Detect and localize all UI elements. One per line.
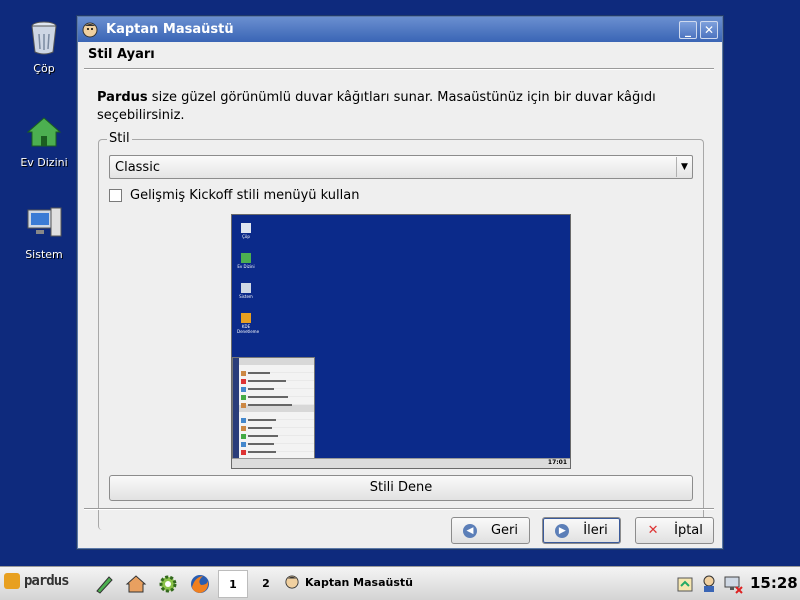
cancel-button[interactable]: ✕ İptal: [635, 517, 714, 544]
pardus-logo-text: pardus: [24, 573, 70, 589]
computer-icon: [27, 207, 62, 237]
preview-icon-label: KDE Denetleme: [237, 324, 260, 334]
desktop-icon-system[interactable]: Sistem: [4, 204, 84, 261]
preview-menu-row: [241, 389, 314, 400]
preview-menu-header: [239, 358, 314, 365]
preview-clock: 17:01: [547, 459, 567, 466]
chevron-down-icon[interactable]: ▼: [676, 157, 692, 177]
desktop-1-button[interactable]: 1: [218, 570, 248, 598]
preview-taskbar: 17:01: [232, 458, 570, 468]
preview-menu-row: [241, 444, 314, 455]
checkbox-box[interactable]: [109, 189, 122, 202]
cancel-button-label: İptal: [674, 523, 703, 538]
minimize-button[interactable]: _: [679, 20, 697, 39]
back-button-label: Geri: [490, 523, 519, 538]
preview-menu-row: [241, 397, 314, 408]
preview-menu-row: [241, 420, 314, 431]
desktop-icon-label: Sistem: [25, 248, 63, 261]
preview-menu-row: [241, 381, 314, 392]
network-disconnected-icon[interactable]: [723, 574, 743, 594]
settings-gear-icon[interactable]: [157, 573, 179, 595]
intro-text: Pardus size güzel görünümlü duvar kâğıtl…: [97, 89, 697, 125]
style-group-label: Stil: [107, 131, 132, 146]
user-status-icon[interactable]: [699, 574, 719, 594]
preview-icon-label: Sistem: [239, 294, 253, 299]
taskbar: pardus 1 2 Kaptan Masaüstü 15:28: [0, 566, 800, 600]
window-title: Kaptan Masaüstü: [106, 22, 234, 37]
window-titlebar[interactable]: Kaptan Masaüstü _ ✕: [78, 17, 722, 42]
preview-menu-side: [233, 358, 239, 459]
wizard-window: Kaptan Masaüstü _ ✕ Stil Ayarı Pardus si…: [77, 16, 723, 549]
divider: [84, 508, 714, 510]
taskbar-window-button[interactable]: Kaptan Masaüstü: [285, 575, 413, 589]
preview-icon-label: Çöp: [242, 234, 250, 239]
home-folder-icon: [26, 117, 62, 147]
window-content: Stil Ayarı Pardus size güzel görünümlü d…: [78, 42, 722, 548]
pardus-menu-button[interactable]: pardus: [4, 573, 70, 589]
style-select-value: Classic: [115, 159, 160, 175]
desktop-2-button[interactable]: 2: [251, 570, 281, 598]
firefox-icon[interactable]: [189, 573, 211, 595]
arrow-right-icon: ▶: [555, 523, 570, 538]
preview-desktop-icon: Ev Dizini: [237, 253, 255, 269]
desktop-icon-trash[interactable]: Çöp: [4, 18, 84, 75]
preview-menu-row: [241, 412, 314, 423]
preview-menu-row: [241, 436, 314, 447]
preview-menu-row: [241, 428, 314, 439]
preview-desktop-icon: KDE Denetleme: [237, 313, 259, 334]
next-button-label: İleri: [583, 523, 608, 538]
kaptan-icon: [285, 575, 299, 589]
kaptan-icon: [82, 22, 98, 37]
trash-icon: [31, 21, 57, 55]
page-title: Stil Ayarı: [88, 47, 155, 62]
style-preview: Çöp Ev Dizini Sistem KDE Denetleme 17:01: [231, 214, 571, 469]
close-button[interactable]: ✕: [700, 20, 718, 39]
divider: [84, 68, 714, 70]
style-select[interactable]: Classic ▼: [109, 155, 693, 179]
preview-menu-row: [241, 365, 314, 376]
style-groupbox: Stil Classic ▼ Gelişmiş Kickoff stili me…: [98, 131, 704, 530]
back-button[interactable]: ◀ Geri: [451, 517, 530, 544]
preview-desktop-icon: Çöp: [237, 223, 255, 239]
try-style-button[interactable]: Stili Dene: [109, 475, 693, 501]
next-button[interactable]: ▶ İleri: [542, 517, 621, 544]
preview-icon-label: Ev Dizini: [237, 264, 255, 269]
taskbar-clock[interactable]: 15:28: [750, 574, 798, 592]
intro-rest: size güzel görünümlü duvar kâğıtları sun…: [97, 90, 656, 123]
taskbar-window-title: Kaptan Masaüstü: [305, 575, 413, 589]
arrow-left-icon: ◀: [462, 523, 477, 538]
intro-bold: Pardus: [97, 90, 148, 105]
desktop-icon-label: Ev Dizini: [20, 156, 68, 169]
pardus-logo-icon: [4, 573, 20, 589]
home-icon[interactable]: [125, 573, 147, 595]
preview-menu-section: [239, 405, 314, 412]
launcher-pencil-icon[interactable]: [93, 573, 115, 595]
preview-start-menu: [232, 357, 315, 460]
desktop-icon-home[interactable]: Ev Dizini: [4, 112, 84, 169]
desktop-icon-label: Çöp: [33, 62, 55, 75]
kickoff-checkbox[interactable]: Gelişmiş Kickoff stili menüyü kullan: [109, 188, 359, 203]
preview-desktop-icon: Sistem: [237, 283, 255, 299]
preview-menu-row: [241, 373, 314, 384]
clipboard-icon[interactable]: [675, 574, 695, 594]
cancel-x-icon: ✕: [647, 523, 659, 538]
kickoff-checkbox-label: Gelişmiş Kickoff stili menüyü kullan: [130, 188, 360, 203]
